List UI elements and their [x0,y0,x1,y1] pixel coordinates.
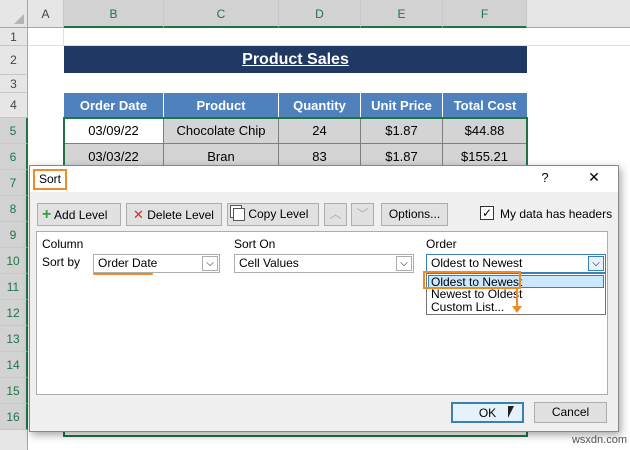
column-header-d[interactable]: D [279,0,361,28]
column-header-f[interactable]: F [443,0,527,28]
select-all-corner[interactable] [0,0,28,28]
copy-icon [233,208,245,222]
headers-checkbox-label: My data has headers [500,207,613,221]
row-header-15[interactable]: 15 [0,378,28,404]
sort-dialog: Sort ? ✕ + Add Level ✕ Delete Level Copy… [29,165,619,432]
copy-level-button[interactable]: Copy Level [227,203,319,226]
copy-level-label: Copy Level [248,207,309,221]
row-header-3[interactable]: 3 [0,75,28,93]
close-button[interactable]: ✕ [585,169,603,189]
header-unit-price[interactable]: Unit Price [361,93,443,118]
column-select-underline [93,273,153,275]
row-header-5[interactable]: 5 [0,118,28,144]
row-header-14[interactable]: 14 [0,352,28,378]
row-header-8[interactable]: 8 [0,196,28,222]
column-header-a[interactable]: A [28,0,64,28]
row-header-11[interactable]: 11 [0,274,28,300]
chevron-down-icon[interactable]: ⌵ [396,256,412,271]
column-select[interactable]: Order Date ⌵ [93,254,220,273]
headers-checkbox[interactable]: ✓ [480,206,494,220]
help-button[interactable]: ? [537,170,553,188]
column-header-e[interactable]: E [361,0,443,28]
row-header-2[interactable]: 2 [0,46,28,75]
corner-triangle-icon [14,14,24,24]
column-heading: Column [42,237,84,251]
table-title[interactable]: Product Sales [64,46,527,73]
cancel-button[interactable]: Cancel [534,402,607,423]
row-header-10[interactable]: 10 [0,248,28,274]
row-header-1[interactable]: 1 [0,28,28,46]
order-heading: Order [426,237,457,251]
sort-levels-list: Column Sort On Order Sort by Order Date … [36,231,608,395]
row-header-9[interactable]: 9 [0,222,28,248]
dialog-titlebar[interactable]: Sort ? ✕ [30,166,618,192]
chevron-down-icon: ﹀ [356,207,369,221]
header-total-cost[interactable]: Total Cost [443,93,527,118]
row-header-16[interactable]: 16 [0,404,28,430]
chevron-up-icon: ︿ [329,207,342,221]
dialog-title: Sort [33,169,67,190]
chevron-down-icon[interactable]: ⌵ [202,256,218,271]
sort-by-label: Sort by [42,255,81,269]
delete-level-label: Delete Level [147,208,214,222]
sort-on-select-value: Cell Values [239,256,299,270]
add-level-button[interactable]: + Add Level [37,203,121,226]
delete-x-icon: ✕ [133,207,144,222]
chevron-down-icon[interactable]: ⌵ [588,256,604,271]
header-product[interactable]: Product [164,93,279,118]
sort-on-select[interactable]: Cell Values ⌵ [234,254,414,273]
add-level-label: Add Level [54,208,108,222]
header-order-date[interactable]: Order Date [64,93,164,118]
row-header-12[interactable]: 12 [0,300,28,326]
column-header-filler [527,0,630,28]
header-quantity[interactable]: Quantity [279,93,361,118]
move-down-button[interactable]: ﹀ [351,203,374,226]
plus-icon: + [42,206,52,223]
sort-on-heading: Sort On [234,237,276,251]
row-header-13[interactable]: 13 [0,326,28,352]
order-select-value: Oldest to Newest [431,256,523,270]
row-header-filler [0,430,28,450]
arrow-head-icon [512,306,522,313]
row-header-4[interactable]: 4 [0,93,28,118]
options-button[interactable]: Options... [381,203,448,226]
mouse-cursor-icon [508,406,514,418]
delete-level-button[interactable]: ✕ Delete Level [126,203,222,226]
row-header-7[interactable]: 7 [0,170,28,196]
column-header-c[interactable]: C [164,0,279,28]
column-header-b[interactable]: B [64,0,164,28]
option-highlight-box [423,271,521,289]
column-select-value: Order Date [98,256,158,270]
row-header-6[interactable]: 6 [0,144,28,170]
checkmark-icon: ✓ [481,206,493,220]
watermark: wsxdn.com [571,434,627,446]
move-up-button[interactable]: ︿ [324,203,347,226]
